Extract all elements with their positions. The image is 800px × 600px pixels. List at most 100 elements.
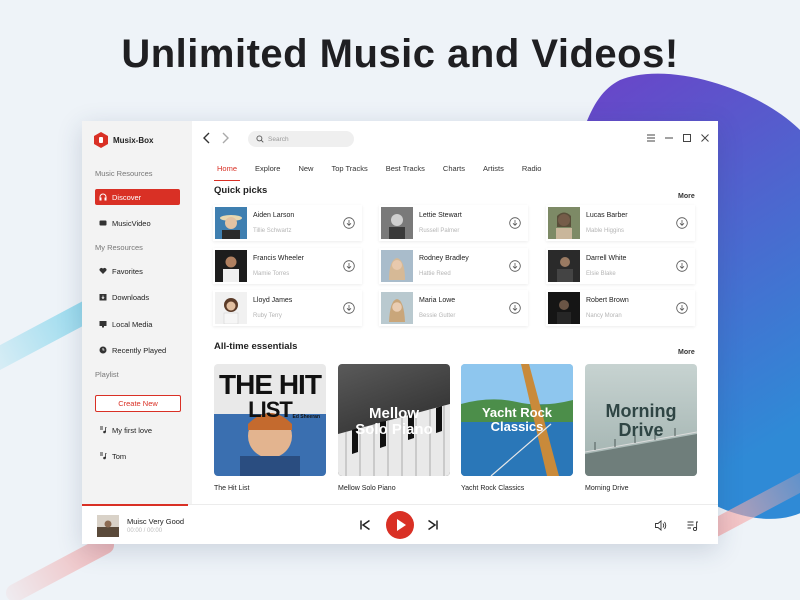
quick-pick-item[interactable]: Darrell White Elsie Blake	[546, 248, 695, 284]
tab-top-tracks[interactable]: Top Tracks	[322, 161, 376, 181]
download-icon[interactable]	[676, 302, 688, 314]
play-button[interactable]	[385, 510, 415, 540]
quick-pick-item[interactable]: Robert Brown Nancy Moran	[546, 290, 695, 326]
download-icon[interactable]	[343, 217, 355, 229]
app-window: Musix-Box Music Resources Discover Music…	[82, 121, 718, 544]
quick-pick-item[interactable]: Maria Lowe Bessie Gutter	[379, 290, 528, 326]
sidebar: Musix-Box Music Resources Discover Music…	[82, 121, 192, 504]
quick-pick-item[interactable]: Francis Wheeler Mamie Torres	[213, 248, 362, 284]
track-title: Lloyd James	[253, 297, 293, 304]
track-artist: Ruby Terry	[253, 313, 282, 319]
sidebar-item-label: Discover	[112, 192, 142, 202]
download-icon[interactable]	[676, 217, 688, 229]
quick-pick-item[interactable]: Lucas Barber Mable Higgins	[546, 205, 695, 241]
quick-pick-item[interactable]: Lettie Stewart Russell Palmer	[379, 205, 528, 241]
sidebar-item-discover[interactable]: Discover	[95, 189, 180, 205]
album-card[interactable]: THE HIT LIST Ed Sheeran The Hit List	[214, 364, 326, 492]
tab-bar: Home Explore New Top Tracks Best Tracks …	[208, 161, 550, 181]
maximize-icon[interactable]	[681, 132, 693, 144]
sidebar-item-downloads[interactable]: Downloads	[95, 289, 180, 305]
download-icon[interactable]	[676, 260, 688, 272]
headphones-icon	[99, 193, 107, 201]
track-thumbnail	[215, 292, 247, 324]
essentials-title: All-time essentials	[214, 341, 298, 352]
search-icon	[256, 135, 264, 143]
sidebar-item-label: MusicVideo	[112, 218, 151, 228]
section-my-resources: My Resources	[95, 243, 143, 252]
track-thumbnail	[381, 292, 413, 324]
now-playing-title: Muisc Very Good	[127, 517, 185, 526]
tab-home[interactable]: Home	[208, 161, 246, 181]
track-title: Rodney Bradley	[419, 255, 469, 262]
previous-track-icon[interactable]	[359, 519, 371, 531]
quick-picks-more-link[interactable]: More	[678, 193, 695, 200]
tab-explore[interactable]: Explore	[246, 161, 289, 181]
quick-pick-item[interactable]: Aiden Larson Tillie Schwartz	[213, 205, 362, 241]
track-artist: Hattie Reed	[419, 271, 451, 277]
forward-arrow-icon[interactable]	[218, 131, 232, 145]
album-art-artist: Ed Sheeran	[292, 414, 320, 420]
minimize-icon[interactable]	[663, 132, 675, 144]
album-card[interactable]: Morning Drive Morning Drive	[585, 364, 697, 492]
album-cover: Yacht Rock Classics	[461, 364, 573, 476]
sidebar-playlist-item[interactable]: My first love	[95, 422, 180, 438]
search-input[interactable]	[268, 135, 348, 143]
playback-progress[interactable]	[82, 504, 188, 506]
close-icon[interactable]	[699, 132, 711, 144]
album-art-title: Classics	[490, 419, 544, 434]
download-icon[interactable]	[509, 302, 521, 314]
now-playing-cover	[97, 515, 119, 537]
track-thumbnail	[381, 250, 413, 282]
search-box[interactable]	[248, 131, 354, 147]
sidebar-item-music-video[interactable]: MusicVideo	[95, 215, 180, 231]
album-card[interactable]: Yacht Rock Classics Yacht Rock Classics	[461, 364, 573, 492]
track-artist: Tillie Schwartz	[253, 228, 292, 234]
album-card[interactable]: Mellow Solo Piano Mellow Solo Piano	[338, 364, 450, 492]
sidebar-playlist-item[interactable]: Tom	[95, 448, 180, 464]
app-name: Musix-Box	[113, 135, 154, 145]
quick-picks-title: Quick picks	[214, 185, 268, 196]
download-icon[interactable]	[509, 260, 521, 272]
now-playing-time: 00:00 / 00:00	[127, 528, 163, 534]
clock-icon	[99, 346, 107, 354]
download-icon[interactable]	[343, 260, 355, 272]
create-new-button[interactable]: Create New	[95, 395, 181, 412]
brand: Musix-Box	[94, 132, 153, 148]
volume-icon[interactable]	[654, 519, 667, 532]
sidebar-item-label: My first love	[112, 425, 153, 435]
sidebar-item-favorites[interactable]: Favorites	[95, 263, 180, 279]
section-playlist: Playlist	[95, 370, 119, 379]
track-artist: Mamie Torres	[253, 271, 290, 277]
album-cover: Morning Drive	[585, 364, 697, 476]
album-art-title: Drive	[618, 420, 664, 440]
album-cover: Mellow Solo Piano	[338, 364, 450, 476]
section-music-resources: Music Resources	[95, 169, 153, 178]
playlist-music-icon	[100, 426, 107, 434]
track-title: Francis Wheeler	[253, 255, 304, 262]
album-cover: THE HIT LIST Ed Sheeran	[214, 364, 326, 476]
sidebar-item-label: Downloads	[112, 292, 150, 302]
quick-pick-item[interactable]: Rodney Bradley Hattie Reed	[379, 248, 528, 284]
next-track-icon[interactable]	[427, 519, 439, 531]
quick-pick-item[interactable]: Lloyd James Ruby Terry	[213, 290, 362, 326]
tab-best-tracks[interactable]: Best Tracks	[377, 161, 434, 181]
track-thumbnail	[548, 207, 580, 239]
menu-icon[interactable]	[645, 132, 657, 144]
download-icon[interactable]	[509, 217, 521, 229]
track-artist: Bessie Gutter	[419, 313, 456, 319]
album-art-title: Yacht Rock	[481, 405, 553, 420]
top-bar	[192, 121, 718, 157]
sidebar-item-recently-played[interactable]: Recently Played	[95, 342, 180, 358]
tab-new[interactable]: New	[289, 161, 322, 181]
back-arrow-icon[interactable]	[200, 131, 214, 145]
download-folder-icon	[99, 294, 107, 301]
playlist-queue-icon[interactable]	[686, 519, 699, 532]
tab-charts[interactable]: Charts	[434, 161, 474, 181]
album-title: Morning Drive	[585, 485, 629, 492]
track-title: Robert Brown	[586, 297, 629, 304]
tab-radio[interactable]: Radio	[513, 161, 551, 181]
download-icon[interactable]	[343, 302, 355, 314]
essentials-more-link[interactable]: More	[678, 349, 695, 356]
sidebar-item-local-media[interactable]: Local Media	[95, 316, 180, 332]
tab-artists[interactable]: Artists	[474, 161, 513, 181]
